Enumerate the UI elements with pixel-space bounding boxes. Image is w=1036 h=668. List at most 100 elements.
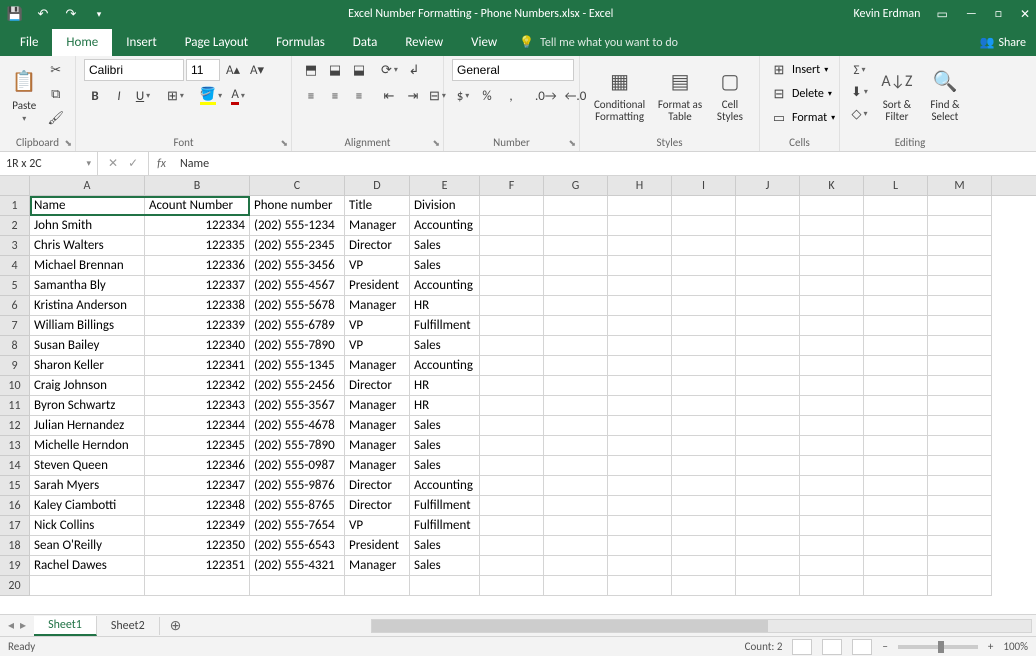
cell[interactable]: 122348 [145, 496, 250, 516]
cell[interactable] [928, 256, 992, 276]
tell-me-search[interactable]: 💡 Tell me what you want to do [511, 29, 686, 56]
cell[interactable]: 122349 [145, 516, 250, 536]
cell[interactable] [736, 336, 800, 356]
font-size-select[interactable] [186, 59, 220, 81]
undo-icon[interactable]: ↶ [34, 5, 52, 23]
cell[interactable] [864, 416, 928, 436]
cell[interactable] [800, 256, 864, 276]
format-painter-icon[interactable]: 🖌 [44, 107, 67, 129]
row-header[interactable]: 5 [0, 276, 29, 296]
cell[interactable] [544, 556, 608, 576]
cell[interactable] [672, 216, 736, 236]
cell[interactable] [736, 376, 800, 396]
column-header[interactable]: H [608, 176, 672, 195]
cell[interactable] [800, 396, 864, 416]
increase-indent-icon[interactable]: ⇥ [402, 85, 424, 107]
cell[interactable]: 122346 [145, 456, 250, 476]
cell[interactable] [544, 336, 608, 356]
cell[interactable] [928, 496, 992, 516]
cell-styles-button[interactable]: ▢ Cell Styles [709, 59, 751, 131]
sheet-nav[interactable]: ◂▸ [0, 618, 34, 633]
cell[interactable] [864, 216, 928, 236]
cell[interactable] [480, 496, 544, 516]
cell[interactable] [864, 316, 928, 336]
conditional-formatting-button[interactable]: ▦ Conditional Formatting [588, 59, 651, 131]
cell[interactable] [480, 196, 544, 216]
cell[interactable]: Name [30, 196, 145, 216]
cell[interactable] [544, 196, 608, 216]
row-header[interactable]: 2 [0, 216, 29, 236]
cell[interactable] [736, 416, 800, 436]
cell[interactable] [928, 416, 992, 436]
cell[interactable]: Director [345, 496, 410, 516]
cell[interactable]: Accounting [410, 216, 480, 236]
cell[interactable]: Sharon Keller [30, 356, 145, 376]
row-header[interactable]: 20 [0, 576, 29, 596]
cell[interactable]: HR [410, 376, 480, 396]
cell[interactable] [544, 276, 608, 296]
cell[interactable] [672, 276, 736, 296]
cell[interactable] [480, 296, 544, 316]
cell[interactable] [800, 576, 864, 596]
format-as-table-button[interactable]: ▤ Format as Table [655, 59, 705, 131]
cell[interactable]: Kaley Ciambotti [30, 496, 145, 516]
cell[interactable]: Fulfillment [410, 516, 480, 536]
cell[interactable] [608, 236, 672, 256]
row-header[interactable]: 17 [0, 516, 29, 536]
column-header[interactable]: A [30, 176, 145, 195]
page-layout-view-icon[interactable] [822, 639, 842, 655]
cell[interactable] [864, 456, 928, 476]
cell[interactable] [928, 196, 992, 216]
cell[interactable] [864, 576, 928, 596]
cell[interactable] [928, 216, 992, 236]
cell[interactable] [864, 376, 928, 396]
zoom-level[interactable]: 100% [1003, 640, 1028, 653]
cell[interactable] [800, 436, 864, 456]
cell[interactable] [544, 536, 608, 556]
cell[interactable] [608, 336, 672, 356]
cell[interactable]: Sales [410, 256, 480, 276]
select-all-corner[interactable] [0, 176, 30, 196]
cell[interactable] [928, 556, 992, 576]
cell[interactable]: Accounting [410, 276, 480, 296]
tab-review[interactable]: Review [391, 29, 457, 56]
column-header[interactable]: G [544, 176, 608, 195]
cell[interactable] [544, 216, 608, 236]
cell[interactable] [480, 336, 544, 356]
cell[interactable]: Division [410, 196, 480, 216]
next-sheet-icon[interactable]: ▸ [20, 618, 26, 633]
save-icon[interactable]: 💾 [6, 5, 24, 23]
cell[interactable]: Accounting [410, 476, 480, 496]
clear-icon[interactable]: ◇ [848, 103, 871, 125]
cell[interactable] [864, 436, 928, 456]
cell[interactable]: (202) 555-2456 [250, 376, 345, 396]
cell[interactable]: Susan Bailey [30, 336, 145, 356]
cell[interactable] [608, 196, 672, 216]
row-header[interactable]: 4 [0, 256, 29, 276]
cell[interactable] [544, 256, 608, 276]
cell[interactable] [800, 536, 864, 556]
cell[interactable] [928, 576, 992, 596]
cut-icon[interactable]: ✂ [44, 59, 67, 81]
row-header[interactable]: 16 [0, 496, 29, 516]
cell[interactable]: Manager [345, 556, 410, 576]
cell[interactable] [672, 316, 736, 336]
cell[interactable] [672, 196, 736, 216]
cell[interactable]: (202) 555-7890 [250, 336, 345, 356]
cell[interactable] [30, 576, 145, 596]
cell[interactable] [800, 236, 864, 256]
cell[interactable] [480, 236, 544, 256]
fill-color-icon[interactable]: 🪣 [197, 85, 225, 107]
cell[interactable] [736, 256, 800, 276]
accept-formula-icon[interactable]: ✓ [128, 156, 138, 171]
cell[interactable] [672, 376, 736, 396]
cell[interactable] [672, 456, 736, 476]
cell[interactable] [608, 276, 672, 296]
cell[interactable] [544, 396, 608, 416]
cell[interactable] [864, 256, 928, 276]
row-header[interactable]: 9 [0, 356, 29, 376]
orientation-icon[interactable]: ⟳ [378, 59, 401, 81]
cell[interactable] [544, 436, 608, 456]
increase-font-icon[interactable]: A▴ [222, 59, 244, 81]
tab-file[interactable]: File [6, 29, 52, 56]
